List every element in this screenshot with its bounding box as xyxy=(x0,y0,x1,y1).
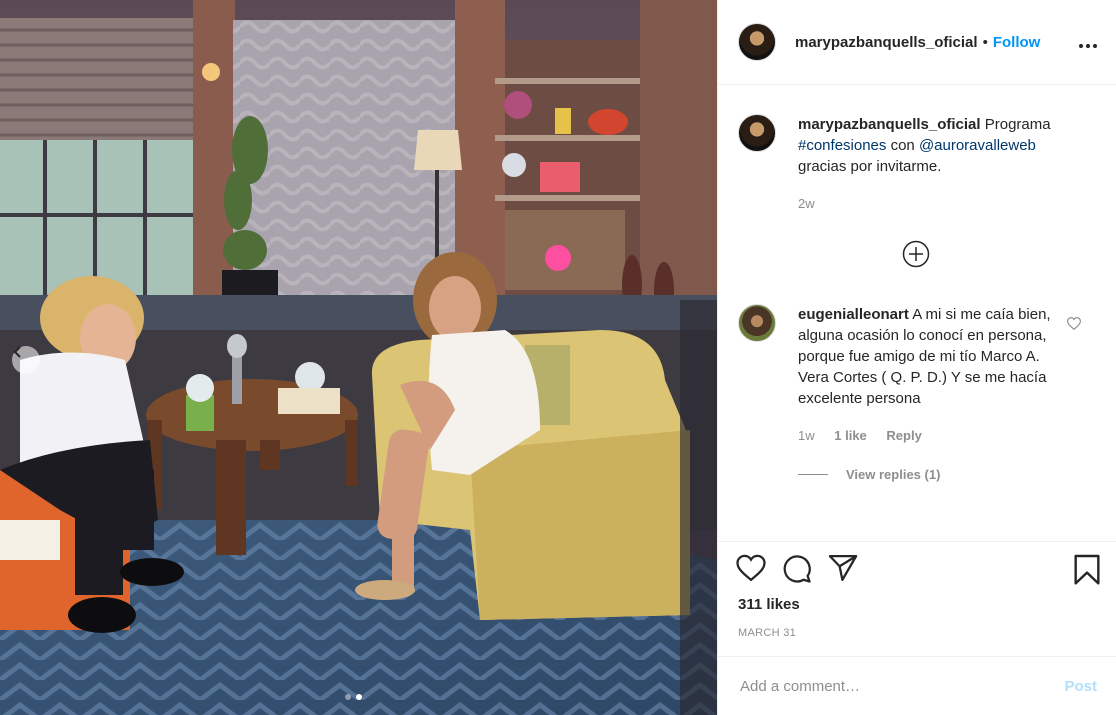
follow-button[interactable]: Follow xyxy=(993,34,1041,51)
author-avatar[interactable] xyxy=(738,23,776,61)
header-separator: • xyxy=(982,33,988,51)
author-username[interactable]: marypazbanquells_oficial xyxy=(795,34,978,51)
comments-section[interactable]: marypazbanquells_oficial Programa #confe… xyxy=(718,86,1116,541)
post-photo[interactable] xyxy=(0,0,717,715)
comment-like-button[interactable] xyxy=(1066,317,1082,335)
comment-input[interactable] xyxy=(738,676,1065,696)
caption-username[interactable]: marypazbanquells_oficial xyxy=(798,116,981,133)
comment-likes[interactable]: 1 like xyxy=(834,428,867,443)
commenter-avatar[interactable] xyxy=(738,304,776,342)
view-replies-button[interactable]: View replies (1) xyxy=(798,464,1051,485)
comment-body: eugenialleonart A mi si me caía bien, al… xyxy=(798,304,1051,485)
post-header: marypazbanquells_oficial • Follow xyxy=(718,0,1116,85)
add-circle-icon xyxy=(902,240,930,268)
add-comment-bar: Post xyxy=(718,656,1116,715)
carousel-prev-button[interactable] xyxy=(12,346,40,374)
comment-reply-button[interactable]: Reply xyxy=(886,428,921,443)
more-icon[interactable] xyxy=(1079,32,1097,53)
replies-divider xyxy=(798,474,828,475)
caption-text: Programa xyxy=(984,116,1051,133)
carousel-dot-active xyxy=(356,694,362,700)
caption-avatar[interactable] xyxy=(738,114,776,152)
post-comment-button[interactable]: Post xyxy=(1064,678,1097,695)
post-actions: 311 likes MARCH 31 xyxy=(718,541,1116,639)
heart-icon xyxy=(1066,317,1082,331)
caption: marypazbanquells_oficial Programa #confe… xyxy=(738,114,1068,214)
bookmark-icon[interactable] xyxy=(1073,554,1101,586)
caption-text: con xyxy=(890,137,915,154)
comment-time[interactable]: 1w xyxy=(798,428,815,443)
comment-icon[interactable] xyxy=(782,554,812,584)
view-replies-label: View replies (1) xyxy=(846,467,941,482)
action-bar xyxy=(718,542,1116,586)
load-more-comments-button[interactable] xyxy=(902,240,930,268)
caption-text: gracias por invitarme. xyxy=(798,158,942,175)
carousel-dot xyxy=(345,694,351,700)
likes-count[interactable]: 311 likes xyxy=(718,586,1116,613)
comment-meta: 1w 1 like Reply xyxy=(798,425,1051,446)
caption-mention[interactable]: @auroravalleweb xyxy=(919,137,1036,154)
caption-hashtag[interactable]: #confesiones xyxy=(798,137,886,154)
share-icon[interactable] xyxy=(828,554,858,582)
post-date[interactable]: MARCH 31 xyxy=(718,613,1116,639)
caption-time[interactable]: 2w xyxy=(798,193,1068,214)
post-image xyxy=(0,0,717,715)
carousel-indicator xyxy=(345,694,362,700)
caption-body: marypazbanquells_oficial Programa #confe… xyxy=(798,114,1068,214)
comment-username[interactable]: eugenialleonart xyxy=(798,306,909,323)
post-sidebar: marypazbanquells_oficial • Follow marypa… xyxy=(717,0,1116,715)
comment-item: eugenialleonart A mi si me caía bien, al… xyxy=(738,304,1051,485)
chevron-left-icon xyxy=(13,346,21,358)
heart-icon[interactable] xyxy=(736,554,766,582)
